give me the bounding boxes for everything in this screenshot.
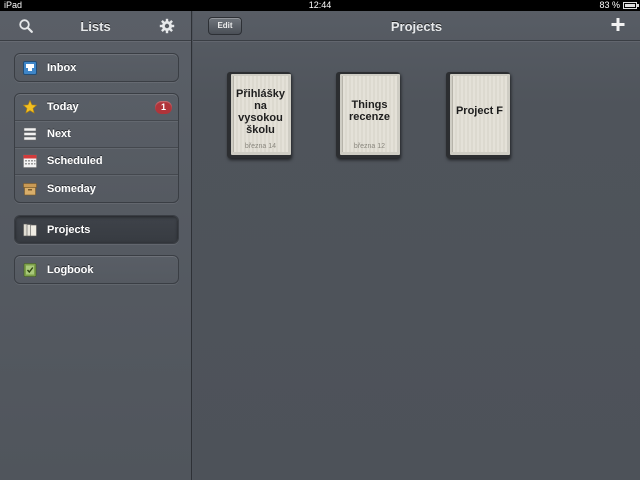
main-panel: Edit Projects Přihlášky na vysokou školu… — [193, 11, 640, 480]
logbook-group: Logbook — [14, 255, 179, 284]
page-title: Projects — [390, 19, 443, 34]
battery-icon — [623, 2, 639, 9]
status-bar: iPad 12:44 83 % — [0, 0, 640, 11]
sidebar-item-label: Today — [47, 101, 79, 113]
project-date: března 12 — [353, 143, 386, 150]
stack-icon — [23, 127, 37, 141]
clock: 12:44 — [308, 0, 332, 10]
sidebar-item-label: Inbox — [47, 61, 77, 74]
main-header: Edit Projects — [193, 11, 640, 41]
battery-indicator: 83 % — [599, 0, 639, 11]
project-name: Project F — [452, 105, 507, 117]
sidebar-item-today[interactable]: Today 1 — [15, 94, 178, 121]
inbox-group: Inbox — [14, 53, 179, 82]
sidebar-item-logbook[interactable]: Logbook — [15, 256, 178, 283]
project-book[interactable]: Přihlášky na vysokou školu března 14 — [227, 72, 293, 158]
sidebar-item-label: Projects — [47, 223, 91, 236]
project-name-line: školu — [246, 124, 275, 136]
sidebar-item-label: Logbook — [47, 263, 94, 276]
sidebar-item-label: Scheduled — [47, 155, 103, 167]
star-icon — [23, 100, 37, 114]
calendar-icon — [23, 154, 37, 168]
project-name-line: Přihlášky — [236, 88, 285, 100]
project-name-line: Project F — [455, 105, 504, 117]
sidebar-item-scheduled[interactable]: Scheduled — [15, 148, 178, 175]
projects-group: Projects — [14, 215, 179, 244]
project-name: Things recenze — [342, 99, 397, 123]
plus-icon[interactable] — [610, 16, 626, 34]
sidebar-item-inbox[interactable]: Inbox — [15, 54, 178, 81]
sidebar: Lists Inbox Today 1 Next Scheduled Somed… — [0, 11, 192, 480]
project-date: března 14 — [244, 143, 277, 150]
battery-percent: 83 % — [599, 0, 620, 10]
count-badge: 1 — [155, 101, 172, 114]
project-name-line: vysokou — [238, 112, 283, 124]
project-book[interactable]: Project F — [446, 72, 512, 158]
sidebar-item-next[interactable]: Next — [15, 121, 178, 148]
project-book[interactable]: Things recenze března 12 — [336, 72, 402, 158]
sidebar-item-projects[interactable]: Projects — [15, 216, 178, 243]
sidebar-item-label: Someday — [47, 182, 96, 195]
project-name-line: Things — [351, 99, 388, 111]
sidebar-header: Lists — [0, 11, 191, 41]
focus-group: Today 1 Next Scheduled Someday — [14, 93, 179, 203]
inbox-icon — [23, 60, 37, 75]
project-name-line: na — [254, 100, 267, 112]
sidebar-item-someday[interactable]: Someday — [15, 175, 178, 202]
gear-icon[interactable] — [159, 18, 175, 34]
books-icon — [23, 223, 37, 236]
box-icon — [23, 182, 37, 195]
project-name: Přihlášky na vysokou školu — [233, 88, 288, 136]
sidebar-item-label: Next — [47, 128, 71, 140]
project-name-line: recenze — [349, 111, 390, 123]
logbook-icon — [23, 262, 37, 277]
